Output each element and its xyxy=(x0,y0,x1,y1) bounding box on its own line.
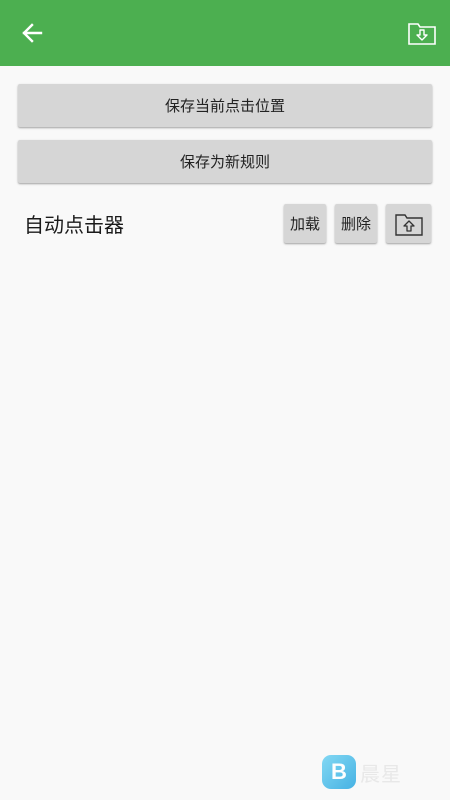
save-new-rule-button[interactable]: 保存为新规则 xyxy=(18,140,432,183)
folder-download-icon xyxy=(408,23,436,45)
load-button[interactable]: 加载 xyxy=(284,204,326,243)
rule-name: 自动点击器 xyxy=(24,213,124,237)
app-bar xyxy=(0,0,450,66)
watermark: B 晨星 xyxy=(322,752,442,792)
arrow-left-icon xyxy=(22,23,43,43)
back-button[interactable] xyxy=(14,16,50,50)
watermark-logo: B xyxy=(322,755,356,789)
export-button[interactable] xyxy=(386,204,431,243)
import-button[interactable] xyxy=(404,16,440,50)
save-current-position-button[interactable]: 保存当前点击位置 xyxy=(18,84,432,127)
folder-upload-icon xyxy=(394,213,423,236)
watermark-text: 晨星 xyxy=(360,761,402,786)
delete-button[interactable]: 删除 xyxy=(335,204,377,243)
